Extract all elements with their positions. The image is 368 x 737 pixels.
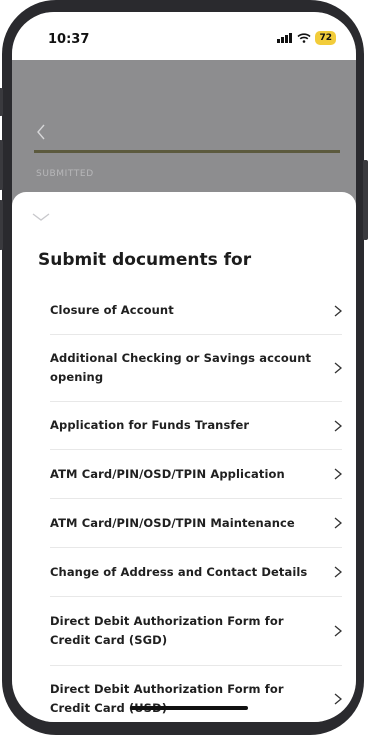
silent-switch <box>0 88 3 116</box>
step-label: SUBMITTED <box>36 169 94 179</box>
list-item-label: Application for Funds Transfer <box>50 418 250 432</box>
sheet-title: Submit documents for <box>38 250 252 270</box>
list-item-label: ATM Card/PIN/OSD/TPIN Application <box>50 466 285 481</box>
home-indicator[interactable] <box>130 706 248 710</box>
bottom-sheet: Submit documents for Closure of Account … <box>12 192 356 722</box>
chevron-right-icon <box>334 362 342 374</box>
chevron-right-icon <box>334 468 342 480</box>
list-item-label: Change of Address and Contact Details <box>50 564 308 579</box>
list-item-direct-debit-sgd[interactable]: Direct Debit Authorization Form for Cred… <box>50 597 342 666</box>
list-item-label: Direct Debit Authorization Form for Cred… <box>50 682 284 715</box>
collapse-chevron-icon[interactable] <box>32 212 50 222</box>
back-chevron-icon[interactable] <box>36 124 46 140</box>
list-item-atm-card-maintenance[interactable]: ATM Card/PIN/OSD/TPIN Maintenance <box>50 499 342 548</box>
list-item-funds-transfer[interactable]: Application for Funds Transfer <box>50 402 342 450</box>
list-item-additional-account-opening[interactable]: Additional Checking or Savings account o… <box>50 335 342 402</box>
progress-bar <box>34 150 340 153</box>
wifi-icon <box>297 33 312 43</box>
chevron-right-icon <box>334 305 342 316</box>
power-button <box>363 160 368 240</box>
status-bar: 10:37 72 <box>12 12 356 60</box>
volume-down-button <box>0 200 3 250</box>
status-time: 10:37 <box>48 32 90 47</box>
list-item-label: Closure of Account <box>50 303 174 317</box>
chevron-right-icon <box>334 420 342 431</box>
list-item-change-of-address[interactable]: Change of Address and Contact Details <box>50 548 342 597</box>
chevron-right-icon <box>334 566 342 578</box>
list-item-label: ATM Card/PIN/OSD/TPIN Maintenance <box>50 515 295 530</box>
volume-up-button <box>0 140 3 190</box>
list-item-label: Additional Checking or Savings account o… <box>50 351 312 384</box>
phone-frame: 10:37 72 SUBMITTED Submit documents for … <box>0 0 368 735</box>
chevron-right-icon <box>334 693 342 705</box>
chevron-right-icon <box>334 517 342 529</box>
signal-icon <box>277 33 293 43</box>
list-item-atm-card-application[interactable]: ATM Card/PIN/OSD/TPIN Application <box>50 450 342 499</box>
status-icons: 72 <box>277 31 336 45</box>
document-list: Closure of Account Additional Checking o… <box>50 287 342 722</box>
battery-indicator: 72 <box>315 31 336 45</box>
screen: 10:37 72 SUBMITTED Submit documents for … <box>12 12 356 722</box>
list-item-closure-of-account[interactable]: Closure of Account <box>50 287 342 335</box>
chevron-right-icon <box>334 625 342 637</box>
list-item-direct-debit-usd[interactable]: Direct Debit Authorization Form for Cred… <box>50 666 342 722</box>
list-item-label: Direct Debit Authorization Form for Cred… <box>50 614 284 647</box>
